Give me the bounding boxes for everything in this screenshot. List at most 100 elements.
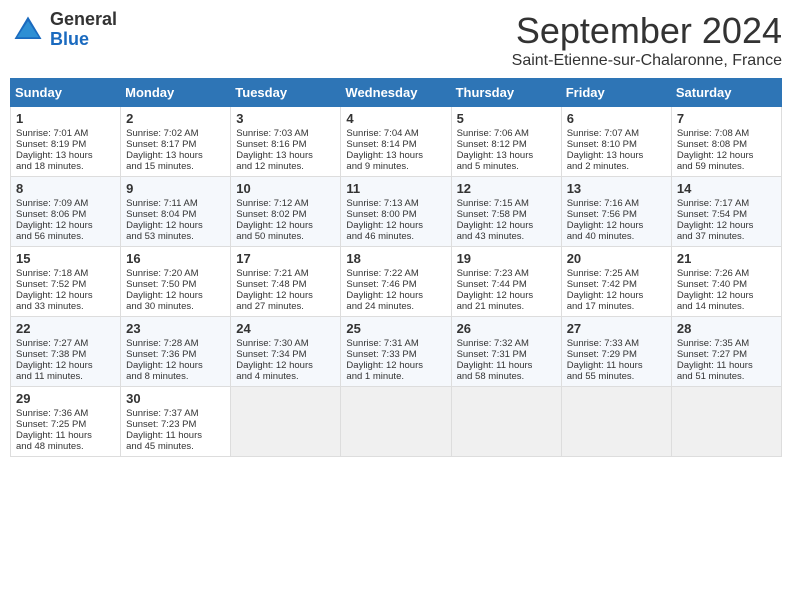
logo-blue: Blue (50, 30, 117, 50)
day-info-line: Daylight: 12 hours (677, 290, 776, 301)
day-number: 18 (346, 251, 445, 266)
calendar-cell: 6Sunrise: 7:07 AMSunset: 8:10 PMDaylight… (561, 107, 671, 177)
day-info-line: Sunset: 8:12 PM (457, 139, 556, 150)
day-info-line: Sunset: 7:44 PM (457, 279, 556, 290)
day-number: 2 (126, 111, 225, 126)
day-number: 25 (346, 321, 445, 336)
calendar-cell: 5Sunrise: 7:06 AMSunset: 8:12 PMDaylight… (451, 107, 561, 177)
day-info-line: and 46 minutes. (346, 231, 445, 242)
day-info-line: Sunrise: 7:28 AM (126, 338, 225, 349)
day-info-line: and 45 minutes. (126, 441, 225, 452)
calendar-cell: 29Sunrise: 7:36 AMSunset: 7:25 PMDayligh… (11, 387, 121, 457)
day-info-line: and 27 minutes. (236, 301, 335, 312)
day-of-week-saturday: Saturday (671, 79, 781, 107)
calendar-cell (341, 387, 451, 457)
day-info-line: Sunset: 7:48 PM (236, 279, 335, 290)
day-info-line: Daylight: 12 hours (16, 360, 115, 371)
day-info-line: Sunset: 8:04 PM (126, 209, 225, 220)
day-info-line: Daylight: 12 hours (236, 360, 335, 371)
page-header: General Blue September 2024 Saint-Etienn… (10, 10, 782, 70)
day-info-line: Sunrise: 7:22 AM (346, 268, 445, 279)
day-info-line: Daylight: 11 hours (126, 430, 225, 441)
day-of-week-wednesday: Wednesday (341, 79, 451, 107)
day-info-line: and 56 minutes. (16, 231, 115, 242)
day-info-line: Sunset: 8:14 PM (346, 139, 445, 150)
day-number: 16 (126, 251, 225, 266)
day-info-line: Sunrise: 7:02 AM (126, 128, 225, 139)
day-info-line: and 58 minutes. (457, 371, 556, 382)
day-info-line: Daylight: 12 hours (457, 290, 556, 301)
calendar-week-3: 15Sunrise: 7:18 AMSunset: 7:52 PMDayligh… (11, 247, 782, 317)
day-info-line: Sunrise: 7:06 AM (457, 128, 556, 139)
day-info-line: and 51 minutes. (677, 371, 776, 382)
day-info-line: Sunrise: 7:25 AM (567, 268, 666, 279)
day-info-line: Sunset: 7:33 PM (346, 349, 445, 360)
day-info-line: Daylight: 12 hours (346, 220, 445, 231)
day-info-line: Daylight: 11 hours (457, 360, 556, 371)
calendar-week-4: 22Sunrise: 7:27 AMSunset: 7:38 PMDayligh… (11, 317, 782, 387)
day-info-line: Daylight: 13 hours (126, 150, 225, 161)
day-number: 12 (457, 181, 556, 196)
calendar-week-5: 29Sunrise: 7:36 AMSunset: 7:25 PMDayligh… (11, 387, 782, 457)
day-info-line: Sunrise: 7:35 AM (677, 338, 776, 349)
calendar-cell: 20Sunrise: 7:25 AMSunset: 7:42 PMDayligh… (561, 247, 671, 317)
calendar-cell: 25Sunrise: 7:31 AMSunset: 7:33 PMDayligh… (341, 317, 451, 387)
day-info-line: Sunrise: 7:36 AM (16, 408, 115, 419)
day-info-line: Daylight: 12 hours (677, 150, 776, 161)
day-info-line: and 50 minutes. (236, 231, 335, 242)
day-info-line: Daylight: 13 hours (346, 150, 445, 161)
day-number: 14 (677, 181, 776, 196)
day-info-line: and 2 minutes. (567, 161, 666, 172)
calendar-header-row: SundayMondayTuesdayWednesdayThursdayFrid… (11, 79, 782, 107)
day-info-line: and 33 minutes. (16, 301, 115, 312)
calendar-cell (561, 387, 671, 457)
day-info-line: Sunset: 7:52 PM (16, 279, 115, 290)
calendar-cell: 24Sunrise: 7:30 AMSunset: 7:34 PMDayligh… (231, 317, 341, 387)
location: Saint-Etienne-sur-Chalaronne, France (512, 52, 782, 70)
day-info-line: and 17 minutes. (567, 301, 666, 312)
day-number: 30 (126, 391, 225, 406)
day-info-line: Daylight: 11 hours (567, 360, 666, 371)
day-info-line: Sunrise: 7:31 AM (346, 338, 445, 349)
calendar-cell: 19Sunrise: 7:23 AMSunset: 7:44 PMDayligh… (451, 247, 561, 317)
calendar-table: SundayMondayTuesdayWednesdayThursdayFrid… (10, 78, 782, 457)
day-number: 17 (236, 251, 335, 266)
day-info-line: Sunrise: 7:16 AM (567, 198, 666, 209)
day-number: 9 (126, 181, 225, 196)
day-info-line: Daylight: 13 hours (16, 150, 115, 161)
day-info-line: Sunset: 7:40 PM (677, 279, 776, 290)
day-info-line: Daylight: 12 hours (16, 220, 115, 231)
day-info-line: Sunset: 7:25 PM (16, 419, 115, 430)
day-info-line: Sunset: 8:00 PM (346, 209, 445, 220)
logo-general: General (50, 10, 117, 30)
day-number: 28 (677, 321, 776, 336)
calendar-cell: 22Sunrise: 7:27 AMSunset: 7:38 PMDayligh… (11, 317, 121, 387)
day-info-line: Sunrise: 7:21 AM (236, 268, 335, 279)
day-info-line: Sunrise: 7:09 AM (16, 198, 115, 209)
day-number: 15 (16, 251, 115, 266)
day-info-line: Daylight: 13 hours (567, 150, 666, 161)
day-info-line: and 53 minutes. (126, 231, 225, 242)
day-number: 4 (346, 111, 445, 126)
day-info-line: Daylight: 11 hours (677, 360, 776, 371)
day-info-line: Sunrise: 7:26 AM (677, 268, 776, 279)
day-number: 27 (567, 321, 666, 336)
day-number: 13 (567, 181, 666, 196)
day-info-line: Sunrise: 7:37 AM (126, 408, 225, 419)
day-info-line: Daylight: 12 hours (346, 290, 445, 301)
day-info-line: Daylight: 12 hours (567, 290, 666, 301)
day-info-line: Sunrise: 7:23 AM (457, 268, 556, 279)
calendar-cell: 17Sunrise: 7:21 AMSunset: 7:48 PMDayligh… (231, 247, 341, 317)
day-number: 7 (677, 111, 776, 126)
day-info-line: and 30 minutes. (126, 301, 225, 312)
day-info-line: and 8 minutes. (126, 371, 225, 382)
day-info-line: Sunset: 7:31 PM (457, 349, 556, 360)
day-number: 20 (567, 251, 666, 266)
calendar-cell: 2Sunrise: 7:02 AMSunset: 8:17 PMDaylight… (121, 107, 231, 177)
calendar-cell: 12Sunrise: 7:15 AMSunset: 7:58 PMDayligh… (451, 177, 561, 247)
day-info-line: Sunset: 7:36 PM (126, 349, 225, 360)
day-info-line: Sunset: 7:34 PM (236, 349, 335, 360)
calendar-cell: 16Sunrise: 7:20 AMSunset: 7:50 PMDayligh… (121, 247, 231, 317)
day-info-line: Daylight: 12 hours (126, 360, 225, 371)
day-info-line: Sunrise: 7:13 AM (346, 198, 445, 209)
